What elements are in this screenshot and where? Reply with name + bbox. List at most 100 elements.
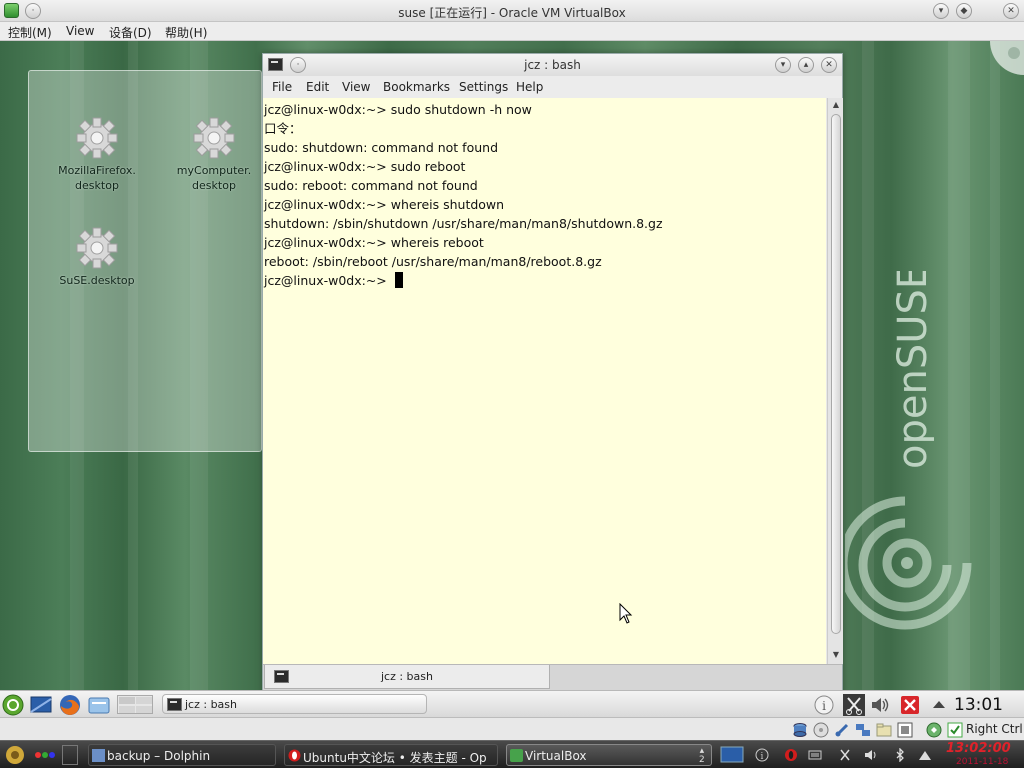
taskbar-item-konsole[interactable]: jcz : bash bbox=[162, 694, 427, 714]
panel-clock[interactable]: 13:01 bbox=[954, 695, 1003, 715]
show-desktop-icon[interactable] bbox=[30, 695, 52, 715]
maximize-button[interactable]: ◆ bbox=[956, 3, 972, 19]
firefox-icon[interactable] bbox=[58, 694, 82, 716]
konsole-title: jcz : bash bbox=[524, 58, 581, 72]
klipper-scissors-icon[interactable] bbox=[843, 694, 865, 716]
desktop-icon-label: desktop bbox=[75, 179, 119, 192]
svg-text:i: i bbox=[822, 699, 826, 713]
guest-desktop: MozillaFirefox. desktop myComputer. desk… bbox=[0, 41, 1024, 717]
scrollbar-thumb[interactable] bbox=[831, 114, 841, 634]
scroll-down-arrow-icon[interactable]: ▼ bbox=[831, 650, 841, 660]
host-task-label: Ubuntu中文论坛 • 发表主题 - Op bbox=[303, 751, 487, 765]
svg-text:openSUSE: openSUSE bbox=[890, 271, 934, 469]
konsole-titlebar[interactable]: · jcz : bash ▾ ▴ ✕ bbox=[263, 54, 842, 76]
vrde-display-icon[interactable] bbox=[897, 722, 913, 738]
desktop-icon-label: SuSE.desktop bbox=[59, 274, 135, 287]
host-task-dolphin[interactable]: backup – Dolphin bbox=[88, 744, 276, 766]
desktop-icon-label: desktop bbox=[192, 179, 236, 192]
cashew-toolbox-icon[interactable] bbox=[988, 41, 1024, 77]
hard-disk-icon[interactable] bbox=[792, 722, 808, 738]
menu-view[interactable]: View bbox=[342, 80, 370, 94]
pager-widget[interactable] bbox=[117, 695, 153, 714]
terminal-line: jcz@linux-w0dx:~> sudo shutdown -h now bbox=[264, 102, 532, 117]
taskbar-item-label: jcz : bash bbox=[185, 698, 238, 711]
host-start-menu-icon[interactable] bbox=[4, 744, 26, 766]
host-task-label: backup – Dolphin bbox=[107, 749, 211, 763]
svg-text:i: i bbox=[761, 752, 764, 762]
mouse-integration-icon[interactable] bbox=[926, 722, 942, 738]
menu-help[interactable]: 帮助(H) bbox=[165, 24, 207, 41]
host-menubar: 控制(M) View 设备(D) 帮助(H) bbox=[0, 22, 1024, 41]
kickoff-menu-icon[interactable] bbox=[2, 694, 24, 716]
terminal-line: jcz@linux-w0dx:~> whereis shutdown bbox=[264, 197, 505, 212]
desktop-number-badge: ▴ 2 bbox=[699, 746, 705, 765]
bluetooth-icon[interactable] bbox=[893, 748, 907, 762]
terminal-line: sudo: shutdown: command not found bbox=[264, 140, 499, 155]
host-key-label: Right Ctrl bbox=[966, 722, 1023, 736]
host-key-icon[interactable] bbox=[947, 722, 963, 738]
tab-jcz-bash[interactable]: jcz : bash bbox=[264, 665, 550, 689]
desktop-icon-firefox[interactable]: MozillaFirefox. desktop bbox=[49, 115, 145, 193]
menu-view[interactable]: View bbox=[66, 24, 94, 38]
volume-icon[interactable] bbox=[864, 748, 878, 762]
gear-icon bbox=[76, 227, 118, 269]
gear-icon bbox=[76, 117, 118, 159]
info-icon[interactable]: i bbox=[814, 695, 834, 715]
host-task-virtualbox[interactable]: VirtualBox ▴ 2 bbox=[506, 744, 712, 766]
gear-icon bbox=[193, 117, 235, 159]
host-task-opera[interactable]: Ubuntu中文论坛 • 发表主题 - Op bbox=[284, 744, 498, 766]
menu-bookmarks[interactable]: Bookmarks bbox=[383, 80, 450, 94]
virtualbox-icon bbox=[510, 749, 523, 762]
desktop-icon-mycomputer[interactable]: myComputer. desktop bbox=[166, 115, 262, 193]
host-titlebar: · suse [正在运行] - Oracle VM VirtualBox ▾ ◆… bbox=[0, 0, 1024, 22]
text-cursor bbox=[394, 272, 403, 288]
minimize-button[interactable]: ▾ bbox=[933, 3, 949, 19]
terminal-prompt: jcz@linux-w0dx:~> bbox=[264, 273, 395, 288]
opensuse-logo-icon bbox=[845, 496, 972, 630]
terminal-prompt-line[interactable]: jcz@linux-w0dx:~> bbox=[264, 271, 825, 290]
dolphin-icon bbox=[92, 749, 105, 762]
close-button[interactable]: ✕ bbox=[1003, 3, 1019, 19]
minimize-button[interactable]: ▾ bbox=[775, 57, 791, 73]
menu-edit[interactable]: Edit bbox=[306, 80, 329, 94]
menu-settings[interactable]: Settings bbox=[459, 80, 508, 94]
klipper-scissors-icon[interactable] bbox=[838, 748, 852, 762]
opensuse-wordmark: openSUSE bbox=[890, 271, 934, 469]
terminal-line: sudo: reboot: command not found bbox=[264, 178, 478, 193]
mouse-pointer-icon bbox=[619, 603, 633, 624]
file-manager-icon[interactable] bbox=[88, 695, 110, 715]
show-desktop-icon[interactable] bbox=[720, 745, 744, 765]
vbox-status-bar: Right Ctrl bbox=[0, 717, 1024, 740]
desktop-icon-label: myComputer. bbox=[176, 164, 252, 177]
menu-devices[interactable]: 设备(D) bbox=[109, 24, 152, 41]
volume-icon[interactable] bbox=[870, 696, 890, 714]
terminal-scrollbar[interactable]: ▲ ▼ bbox=[827, 98, 843, 664]
tab-label: jcz : bash bbox=[380, 670, 433, 683]
shared-folders-icon[interactable] bbox=[876, 722, 892, 738]
konsole-menubar: File Edit View Bookmarks Settings Help bbox=[263, 76, 842, 98]
host-clock[interactable]: 13:02:00 bbox=[946, 741, 1011, 756]
menu-file[interactable]: File bbox=[272, 80, 292, 94]
opera-tray-icon[interactable] bbox=[784, 748, 798, 762]
keyboard-icon[interactable] bbox=[808, 748, 822, 762]
terminal-output[interactable]: jcz@linux-w0dx:~> sudo shutdown -h now 口… bbox=[263, 98, 826, 664]
terminal-line: shutdown: /sbin/shutdown /usr/share/man/… bbox=[264, 216, 663, 231]
menu-help[interactable]: Help bbox=[516, 80, 543, 94]
host-taskbar: backup – Dolphin Ubuntu中文论坛 • 发表主题 - Op … bbox=[0, 740, 1024, 768]
tray-expand-icon[interactable] bbox=[932, 699, 946, 709]
maximize-button[interactable]: ▴ bbox=[798, 57, 814, 73]
kde-panel: jcz : bash i 13:01 bbox=[0, 690, 1024, 717]
scroll-up-arrow-icon[interactable]: ▲ bbox=[831, 100, 841, 110]
close-button[interactable]: ✕ bbox=[821, 57, 837, 73]
usb-icon[interactable] bbox=[834, 722, 850, 738]
network-adapter-icon[interactable] bbox=[855, 722, 871, 738]
terminal-line: jcz@linux-w0dx:~> sudo reboot bbox=[264, 159, 466, 174]
tray-expand-icon[interactable] bbox=[918, 748, 932, 762]
desktop-icon-label: MozillaFirefox. bbox=[58, 164, 136, 177]
menu-control[interactable]: 控制(M) bbox=[8, 24, 52, 41]
desktop-icon-suse[interactable]: SuSE.desktop bbox=[49, 225, 145, 288]
optical-drive-icon[interactable] bbox=[813, 722, 829, 738]
network-disconnected-icon[interactable] bbox=[900, 695, 920, 715]
info-icon[interactable]: i bbox=[755, 748, 769, 762]
colored-dots-icon[interactable] bbox=[34, 749, 56, 761]
